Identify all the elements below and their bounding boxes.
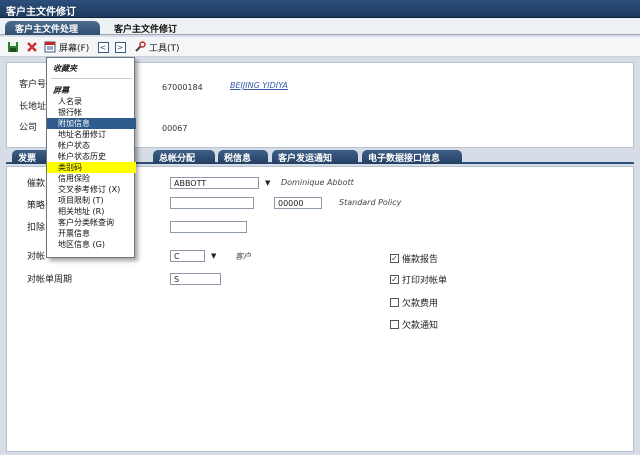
menu-item-address-book-revision[interactable]: 地址名册修订 [47, 129, 136, 140]
long-address-label: 长地址 [19, 102, 47, 112]
window-title: 客户主文件修订 [0, 0, 640, 18]
menu-item-additional-info[interactable]: 附加信息 [47, 118, 136, 129]
menu-heading-favorites: 收藏夹 [53, 64, 77, 73]
save-icon[interactable] [6, 40, 20, 54]
delinquency-fee-checkbox[interactable] [390, 298, 399, 307]
delinquency-notice-checkbox[interactable] [390, 320, 399, 329]
tab-customer-master-processing[interactable]: 客户主文件处理 [5, 21, 100, 35]
collector-label: 催款 [27, 179, 46, 189]
deduction-label: 扣除 [27, 223, 46, 233]
prev-record-button[interactable]: < [96, 40, 110, 54]
tools-icon[interactable] [133, 40, 147, 54]
statement-select[interactable]: C [170, 250, 205, 262]
tab-edi-info[interactable]: 电子数据接口信息 [362, 150, 462, 164]
tab-gl-distribution[interactable]: 总帐分配 [153, 150, 215, 164]
menu-item-customer-ledger-inquiry[interactable]: 客户分类帐查询 [47, 217, 136, 228]
deduction-input[interactable] [170, 221, 247, 233]
menu-item-cross-reference[interactable]: 交叉参考修订 (X) [47, 184, 136, 195]
menu-item-billing-info[interactable]: 开票信息 [47, 228, 136, 239]
customer-no-label: 客户号 [19, 80, 47, 90]
delinquency-fee-label: 欠款费用 [402, 299, 439, 309]
policy-desc: Standard Policy [339, 198, 402, 207]
policy-name-input[interactable] [170, 197, 254, 209]
customer-name-link[interactable]: BEIJING YIDIYA [230, 81, 288, 90]
collector-name: Dominique Abbott [281, 178, 354, 187]
menu-item-credit-insurance[interactable]: 信用保险 [47, 173, 136, 184]
tab-shipping-notice[interactable]: 客户发运通知 [272, 150, 358, 164]
menu-item-category-codes[interactable]: 类别码 [47, 162, 136, 173]
statement-cycle-input[interactable]: S [170, 273, 221, 285]
toolbar: 屏幕(F) < > 工具(T) [0, 37, 640, 57]
menu-separator [51, 78, 132, 79]
close-icon[interactable] [25, 40, 39, 54]
next-record-button[interactable]: > [113, 40, 127, 54]
screen-dropdown-menu: 收藏夹 屏幕 人名录 银行帐 附加信息 地址名册修订 帐户状态 帐户状态历史 类… [46, 57, 136, 258]
chevron-down-icon[interactable]: ▼ [265, 179, 270, 187]
statement-desc: 客户 [235, 252, 251, 261]
statement-value: C [174, 252, 180, 261]
menu-item-account-status-history[interactable]: 帐户状态历史 [47, 151, 136, 162]
company-value: 00067 [162, 124, 188, 133]
menu-item-account-status[interactable]: 帐户状态 [47, 140, 136, 151]
menu-item-related-address[interactable]: 相关地址 (R) [47, 206, 136, 217]
delinquency-notice-label: 欠款通知 [402, 321, 439, 331]
policy-code-input[interactable]: 00000 [274, 197, 322, 209]
print-statement-checkbox[interactable]: ✓ [390, 275, 399, 284]
dunning-report-checkbox[interactable]: ✓ [390, 254, 399, 263]
statement-cycle-value: S [174, 275, 180, 284]
tools-menu-button[interactable]: 工具(T) [149, 41, 180, 54]
collector-select[interactable]: ABBOTT [170, 177, 259, 189]
policy-label: 策略 [27, 201, 46, 211]
chevron-down-icon[interactable]: ▼ [211, 252, 216, 260]
menu-item-who-directory[interactable]: 人名录 [47, 96, 136, 107]
print-statement-label: 打印对帐单 [402, 276, 448, 286]
dunning-report-label: 催款报告 [402, 255, 439, 265]
policy-value: 00000 [278, 199, 304, 208]
company-label: 公司 [19, 123, 38, 133]
menu-item-bank-account[interactable]: 银行帐 [47, 107, 136, 118]
tab-customer-master-revision[interactable]: 客户主文件修订 [104, 21, 187, 35]
statement-cycle-label: 对帐单周期 [27, 275, 73, 285]
collector-value: ABBOTT [174, 179, 207, 188]
screen-menu-button[interactable]: 屏幕(F) [59, 41, 89, 54]
chevron-left-icon: < [97, 41, 109, 53]
chevron-right-icon: > [114, 41, 126, 53]
screen-menu-icon[interactable] [43, 40, 57, 54]
menu-heading-screen: 屏幕 [53, 86, 69, 95]
menu-item-region-info[interactable]: 地区信息 (G) [47, 239, 136, 250]
tab-tax-info[interactable]: 税信息 [218, 150, 268, 164]
statement-label: 对帐 [27, 252, 46, 262]
customer-no-value: 67000184 [162, 83, 203, 92]
menu-item-item-restrictions[interactable]: 项目限制 (T) [47, 195, 136, 206]
tab-strip: 客户主文件处理 客户主文件修订 [0, 18, 640, 35]
